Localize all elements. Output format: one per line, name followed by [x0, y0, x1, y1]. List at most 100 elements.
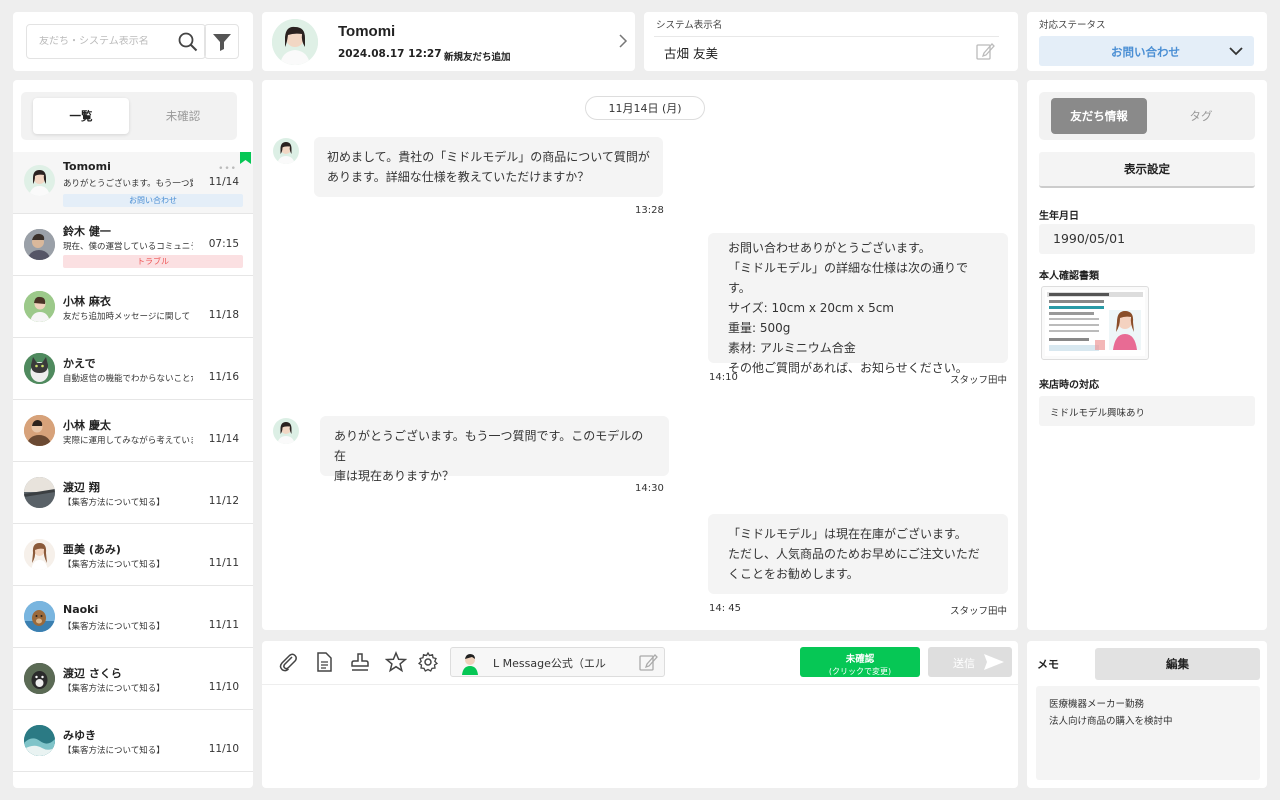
search-icon[interactable] [177, 31, 199, 53]
visit-response-value: ミドルモデル興味あり [1050, 408, 1146, 419]
chevron-right-icon[interactable] [617, 33, 629, 49]
unread-toggle-button[interactable]: 未確認 (クリックで変更) [800, 647, 920, 677]
friend-name: かえで [63, 357, 96, 370]
avatar [24, 229, 55, 260]
tab-all[interactable]: 一覧 [33, 98, 129, 134]
status-value: お問い合わせ [1111, 45, 1180, 59]
friend-date: 11/11 [208, 619, 239, 631]
list-item[interactable]: 亜美 (あみ) 【集客方法について知る】 11/11 [13, 524, 253, 586]
friend-date: 11/10 [208, 681, 239, 693]
edit-icon[interactable] [638, 652, 658, 672]
friend-preview: 実際に運用してみながら考えています [63, 436, 193, 446]
friend-preview: 【集客方法について知る】 [63, 498, 165, 508]
birthday-value: 1990/05/01 [1053, 231, 1126, 246]
message-line: その他ご質問があれば、お知らせください。 [728, 361, 968, 375]
message-line: 庫は現在ありますか？ [334, 469, 455, 483]
friend-added-note: 新規友だち追加 [444, 52, 511, 63]
friend-name: 鈴木 健一 [63, 225, 111, 238]
avatar [273, 418, 299, 444]
avatar [24, 663, 55, 694]
staff-name: スタッフ田中 [950, 375, 1008, 386]
message-line: 素材: アルミニウム合金 [728, 341, 856, 355]
tab-tags[interactable]: タグ [1153, 98, 1249, 134]
message-time: 14:30 [635, 483, 664, 494]
list-item[interactable]: Naoki 【集客方法について知る】 11/11 [13, 586, 253, 648]
friend-date: 07:15 [208, 238, 239, 250]
sender-select[interactable]: L Message公式（エル [450, 647, 665, 677]
staff-name: スタッフ田中 [950, 606, 1008, 617]
friend-preview: ありがとうございます。もう一つ質問です。 [63, 179, 193, 189]
edit-icon[interactable] [975, 41, 995, 61]
tab-friend-info[interactable]: 友だち情報 [1051, 98, 1147, 134]
message-line: 「ミドルモデル」は現在在庫がございます。 [728, 527, 967, 541]
search-input-wrapper[interactable] [26, 24, 206, 59]
friend-date: 11/10 [208, 743, 239, 755]
friend-preview: 友だち追加時メッセージに関して [63, 312, 191, 322]
friend-date: 11/11 [208, 557, 239, 569]
list-tabs: 一覧 未確認 [21, 92, 237, 140]
list-item[interactable]: 鈴木 健一 現在、僕の運営しているコミュニティで 07:15 トラブル [13, 214, 253, 276]
message-time: 13:28 [635, 205, 664, 216]
list-item[interactable]: かえで 自動返信の機能でわからないことが 11/16 [13, 338, 253, 400]
friend-preview: 【集客方法について知る】 [63, 746, 165, 756]
star-icon[interactable] [385, 651, 407, 673]
system-name-field[interactable]: 古畑 友美 [654, 36, 999, 64]
friend-preview: 【集客方法について知る】 [63, 684, 165, 694]
id-document-image[interactable] [1041, 286, 1149, 360]
friend-header[interactable]: Tomomi 2024.08.17 12:27 新規友だち追加 [262, 12, 635, 71]
more-icon[interactable]: ••• [218, 164, 237, 174]
document-icon[interactable] [313, 651, 335, 673]
avatar [24, 601, 55, 632]
memo-edit-button[interactable]: 編集 [1095, 648, 1260, 680]
message-bubble: 初めまして。貴社の「ミドルモデル」の商品について質問が あります。詳細な仕様を教… [314, 137, 663, 197]
list-item[interactable]: Tomomi ありがとうございます。もう一つ質問です。 11/14 ••• お問… [13, 152, 253, 214]
send-label: 送信 [953, 657, 975, 670]
search-input[interactable] [39, 36, 164, 47]
birthday-label: 生年月日 [1039, 211, 1079, 222]
message-line: サイズ: 10cm x 20cm x 5cm [728, 301, 894, 315]
status-label: 対応ステータス [1039, 20, 1106, 31]
message-line: くことをお勧めします。 [728, 567, 859, 581]
avatar [24, 165, 55, 196]
message-line: お問い合わせありがとうございます。 [728, 241, 931, 255]
friend-date: 11/14 [208, 176, 239, 188]
paperclip-icon[interactable] [277, 651, 299, 673]
stamp-icon[interactable] [349, 651, 371, 673]
friend-preview: 自動返信の機能でわからないことが [63, 374, 193, 384]
list-item[interactable]: 小林 慶太 実際に運用してみながら考えています 11/14 [13, 400, 253, 462]
bookmark-icon[interactable] [240, 152, 251, 164]
gear-icon[interactable] [417, 651, 439, 673]
display-settings-button[interactable]: 表示設定 [1039, 152, 1255, 188]
message-bubble: ありがとうございます。もう一つ質問です。このモデルの在 庫は現在ありますか？ [320, 416, 669, 483]
avatar [24, 539, 55, 570]
message-line: 重量: 500g [728, 321, 791, 335]
message-line: 初めまして。貴社の「ミドルモデル」の商品について質問が [327, 150, 650, 164]
id-document-label: 本人確認書類 [1039, 271, 1099, 282]
filter-button[interactable] [204, 24, 239, 59]
friend-name: 渡辺 さくら [63, 667, 122, 680]
list-item[interactable]: 小林 麻衣 友だち追加時メッセージに関して 11/18 [13, 276, 253, 338]
chevron-down-icon [1229, 47, 1243, 56]
list-item[interactable]: 渡辺 さくら 【集客方法について知る】 11/10 [13, 648, 253, 710]
message-composer: L Message公式（エル 未確認 (クリックで変更) 送信 [262, 641, 1018, 788]
friend-preview: 【集客方法について知る】 [63, 560, 165, 570]
visit-response-field: ミドルモデル興味あり [1039, 396, 1255, 426]
status-badge: お問い合わせ [63, 194, 243, 207]
search-panel [13, 12, 253, 71]
tab-unconfirmed[interactable]: 未確認 [135, 98, 231, 134]
avatar [272, 19, 318, 65]
avatar [24, 725, 55, 756]
message-time: 14: 45 [709, 603, 741, 614]
message-textarea[interactable] [262, 685, 1018, 788]
list-item[interactable]: みゆき 【集客方法について知る】 11/10 [13, 710, 253, 772]
status-select[interactable]: お問い合わせ [1039, 36, 1254, 66]
friend-name: 小林 慶太 [63, 419, 111, 432]
message-bubble: 「ミドルモデル」は現在在庫がございます。 ただし、人気商品のためお早めにご注文い… [708, 514, 1008, 594]
memo-content: 医療機器メーカー勤務 法人向け商品の購入を検討中 [1036, 686, 1260, 780]
send-button[interactable]: 送信 [928, 647, 1012, 677]
message-time: 14:10 [709, 372, 738, 383]
friend-name: 渡辺 翔 [63, 481, 100, 494]
list-item[interactable]: 渡辺 翔 【集客方法について知る】 11/12 [13, 462, 253, 524]
friend-name: Naoki [63, 603, 99, 616]
system-name-panel: システム表示名 古畑 友美 [644, 12, 1018, 71]
